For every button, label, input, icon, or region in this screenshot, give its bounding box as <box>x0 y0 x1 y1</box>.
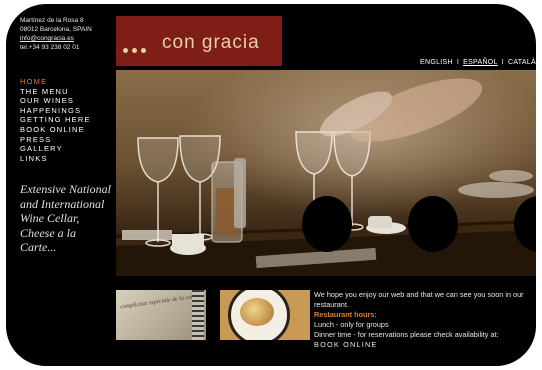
hero-photo <box>116 70 536 276</box>
food-icon <box>240 298 274 326</box>
email-link[interactable]: info@congracia.es <box>20 35 74 42</box>
book-online-link[interactable]: BOOK ONLINE <box>314 340 529 350</box>
thumbnail-handwriting: complicitat espéciale de la cuina <box>119 293 200 311</box>
main-nav: HOME THE MENU OUR WINES HAPPENINGS GETTI… <box>20 77 112 163</box>
lang-espanol[interactable]: ESPAÑOL <box>463 59 498 66</box>
phone-text: tel.+34 93 238 02 01 <box>20 44 80 51</box>
lang-separator: I <box>456 59 460 66</box>
page-frame: Martínez de la Rosa 8 08012 Barcelona, S… <box>6 4 536 366</box>
tagline: Extensive National and International Win… <box>20 182 111 254</box>
nav-item-happenings[interactable]: HAPPENINGS <box>20 106 112 116</box>
contact-block: Martínez de la Rosa 8 08012 Barcelona, S… <box>20 16 112 52</box>
dinner-hours: Dinner time - for reservations please ch… <box>314 330 499 339</box>
address-city: 08012 Barcelona, SPAIN <box>20 26 92 33</box>
nav-item-press[interactable]: PRESS <box>20 135 112 145</box>
nav-item-getting-here[interactable]: GETTING HERE <box>20 115 112 125</box>
nav-item-our-wines[interactable]: OUR WINES <box>20 96 112 106</box>
logo-text: con gracia <box>162 32 260 53</box>
nav-item-links[interactable]: LINKS <box>20 154 112 164</box>
dark-circle-marker <box>302 196 352 252</box>
logo-dots-icon <box>123 40 150 58</box>
thumbnail-menu-book[interactable]: complicitat espéciale de la cuina <box>116 290 206 340</box>
lang-english[interactable]: ENGLISH <box>420 59 453 66</box>
nav-item-book-online[interactable]: BOOK ONLINE <box>20 125 112 135</box>
hours-title: Restaurant hours: <box>314 310 377 319</box>
logo[interactable]: con gracia <box>116 16 282 66</box>
nav-item-home[interactable]: HOME <box>20 77 112 87</box>
dark-circle-marker <box>408 196 458 252</box>
lunch-hours: Lunch - only for groups <box>314 320 389 329</box>
language-switcher: ENGLISH I ESPAÑOL I CATALÀ <box>420 59 536 66</box>
notebook-spiral-icon <box>192 290 204 340</box>
nav-item-gallery[interactable]: GALLERY <box>20 144 112 154</box>
nav-item-the-menu[interactable]: THE MENU <box>20 87 112 97</box>
lang-catala[interactable]: CATALÀ <box>508 59 536 66</box>
address-street: Martínez de la Rosa 8 <box>20 17 84 24</box>
thumbnail-dish[interactable] <box>220 290 310 340</box>
welcome-info: We hope you enjoy our web and that we ca… <box>314 290 529 350</box>
welcome-text: We hope you enjoy our web and that we ca… <box>314 290 524 309</box>
lang-separator: I <box>501 59 504 66</box>
